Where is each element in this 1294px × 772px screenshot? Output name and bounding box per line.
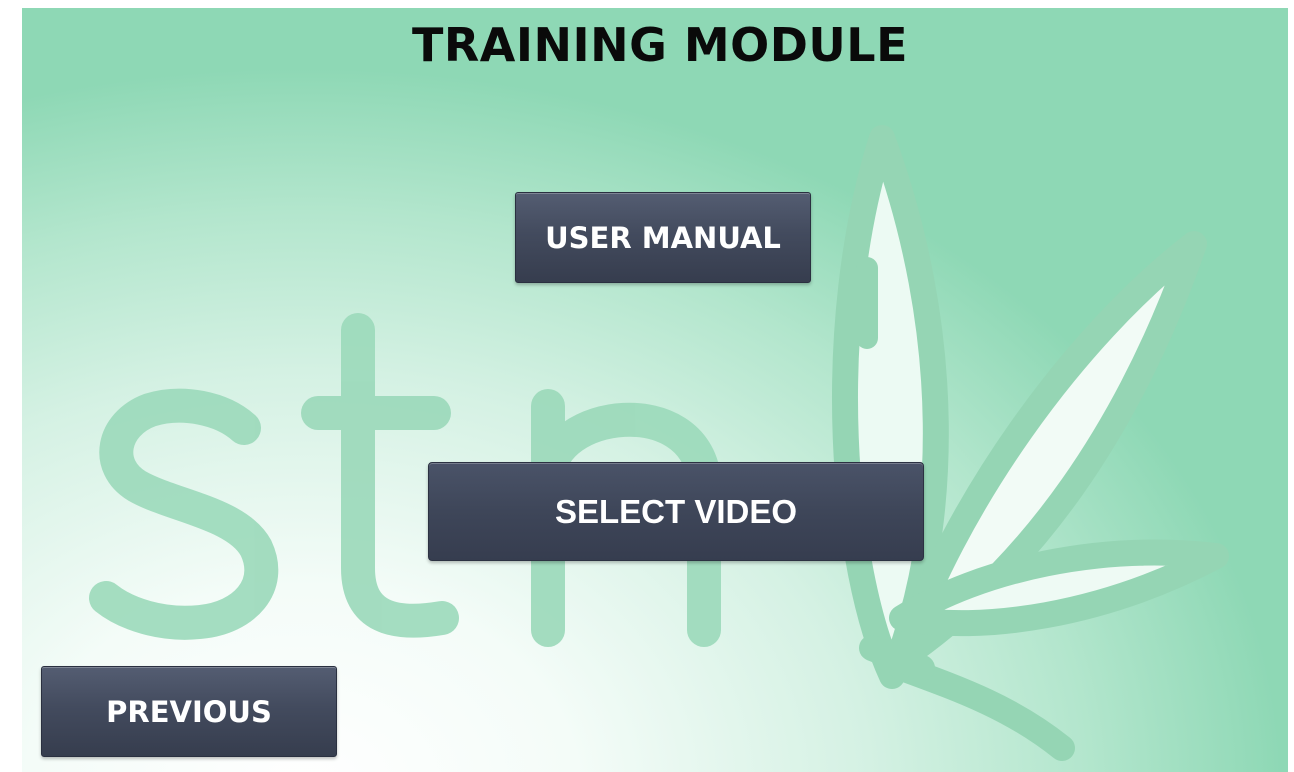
previous-button[interactable]: PREVIOUS: [41, 666, 337, 757]
user-manual-button[interactable]: USER MANUAL: [515, 192, 811, 283]
stm-leaf-logo-watermark: [89, 125, 1229, 761]
page-title: TRAINING MODULE: [411, 18, 909, 72]
background: [22, 8, 1288, 772]
select-video-button[interactable]: SELECT VIDEO: [428, 462, 924, 561]
training-module-screen: TRAINING MODULE USER MANUAL SELECT VIDEO…: [0, 0, 1294, 772]
